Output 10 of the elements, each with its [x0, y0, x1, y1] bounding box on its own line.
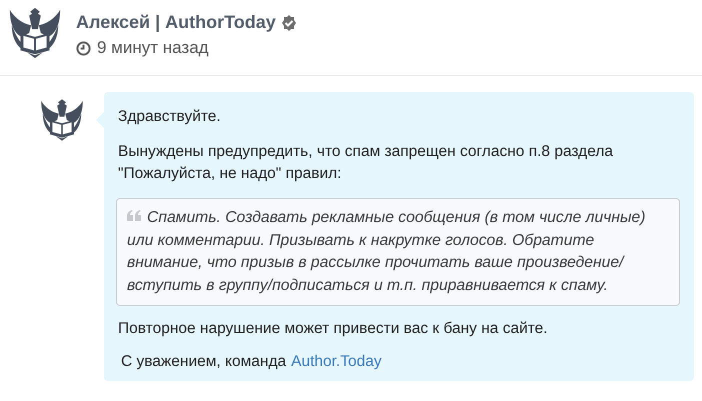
consequence-text: Повторное нарушение может привести вас к бану на сайте. [118, 319, 549, 339]
author-name[interactable]: Алексей | AuthorToday [76, 12, 276, 33]
warning-text: Вынуждены предупредить, что спам запрещен согласно п.8 раздела "Пожалуйста, не надо" правил: [118, 142, 614, 184]
rule-quote: Спамить. Создавать рекламные сообщения (в том числе личные) или комментарии. Призывать к накрутке голосов. Обратите внимание, что призыв в рассылке прочитать ваше произведение/вступить в группу/подписаться и т.п. приравнивается к спаму. [116, 198, 680, 306]
post-time: 9 минут назад [97, 38, 209, 58]
quote-icon [127, 210, 141, 221]
greeting-text: Здравствуйте. [118, 107, 222, 127]
clock-icon [76, 40, 91, 56]
site-link[interactable]: Author.Today [291, 353, 382, 371]
signature-text: С уважением, команда [121, 353, 286, 371]
